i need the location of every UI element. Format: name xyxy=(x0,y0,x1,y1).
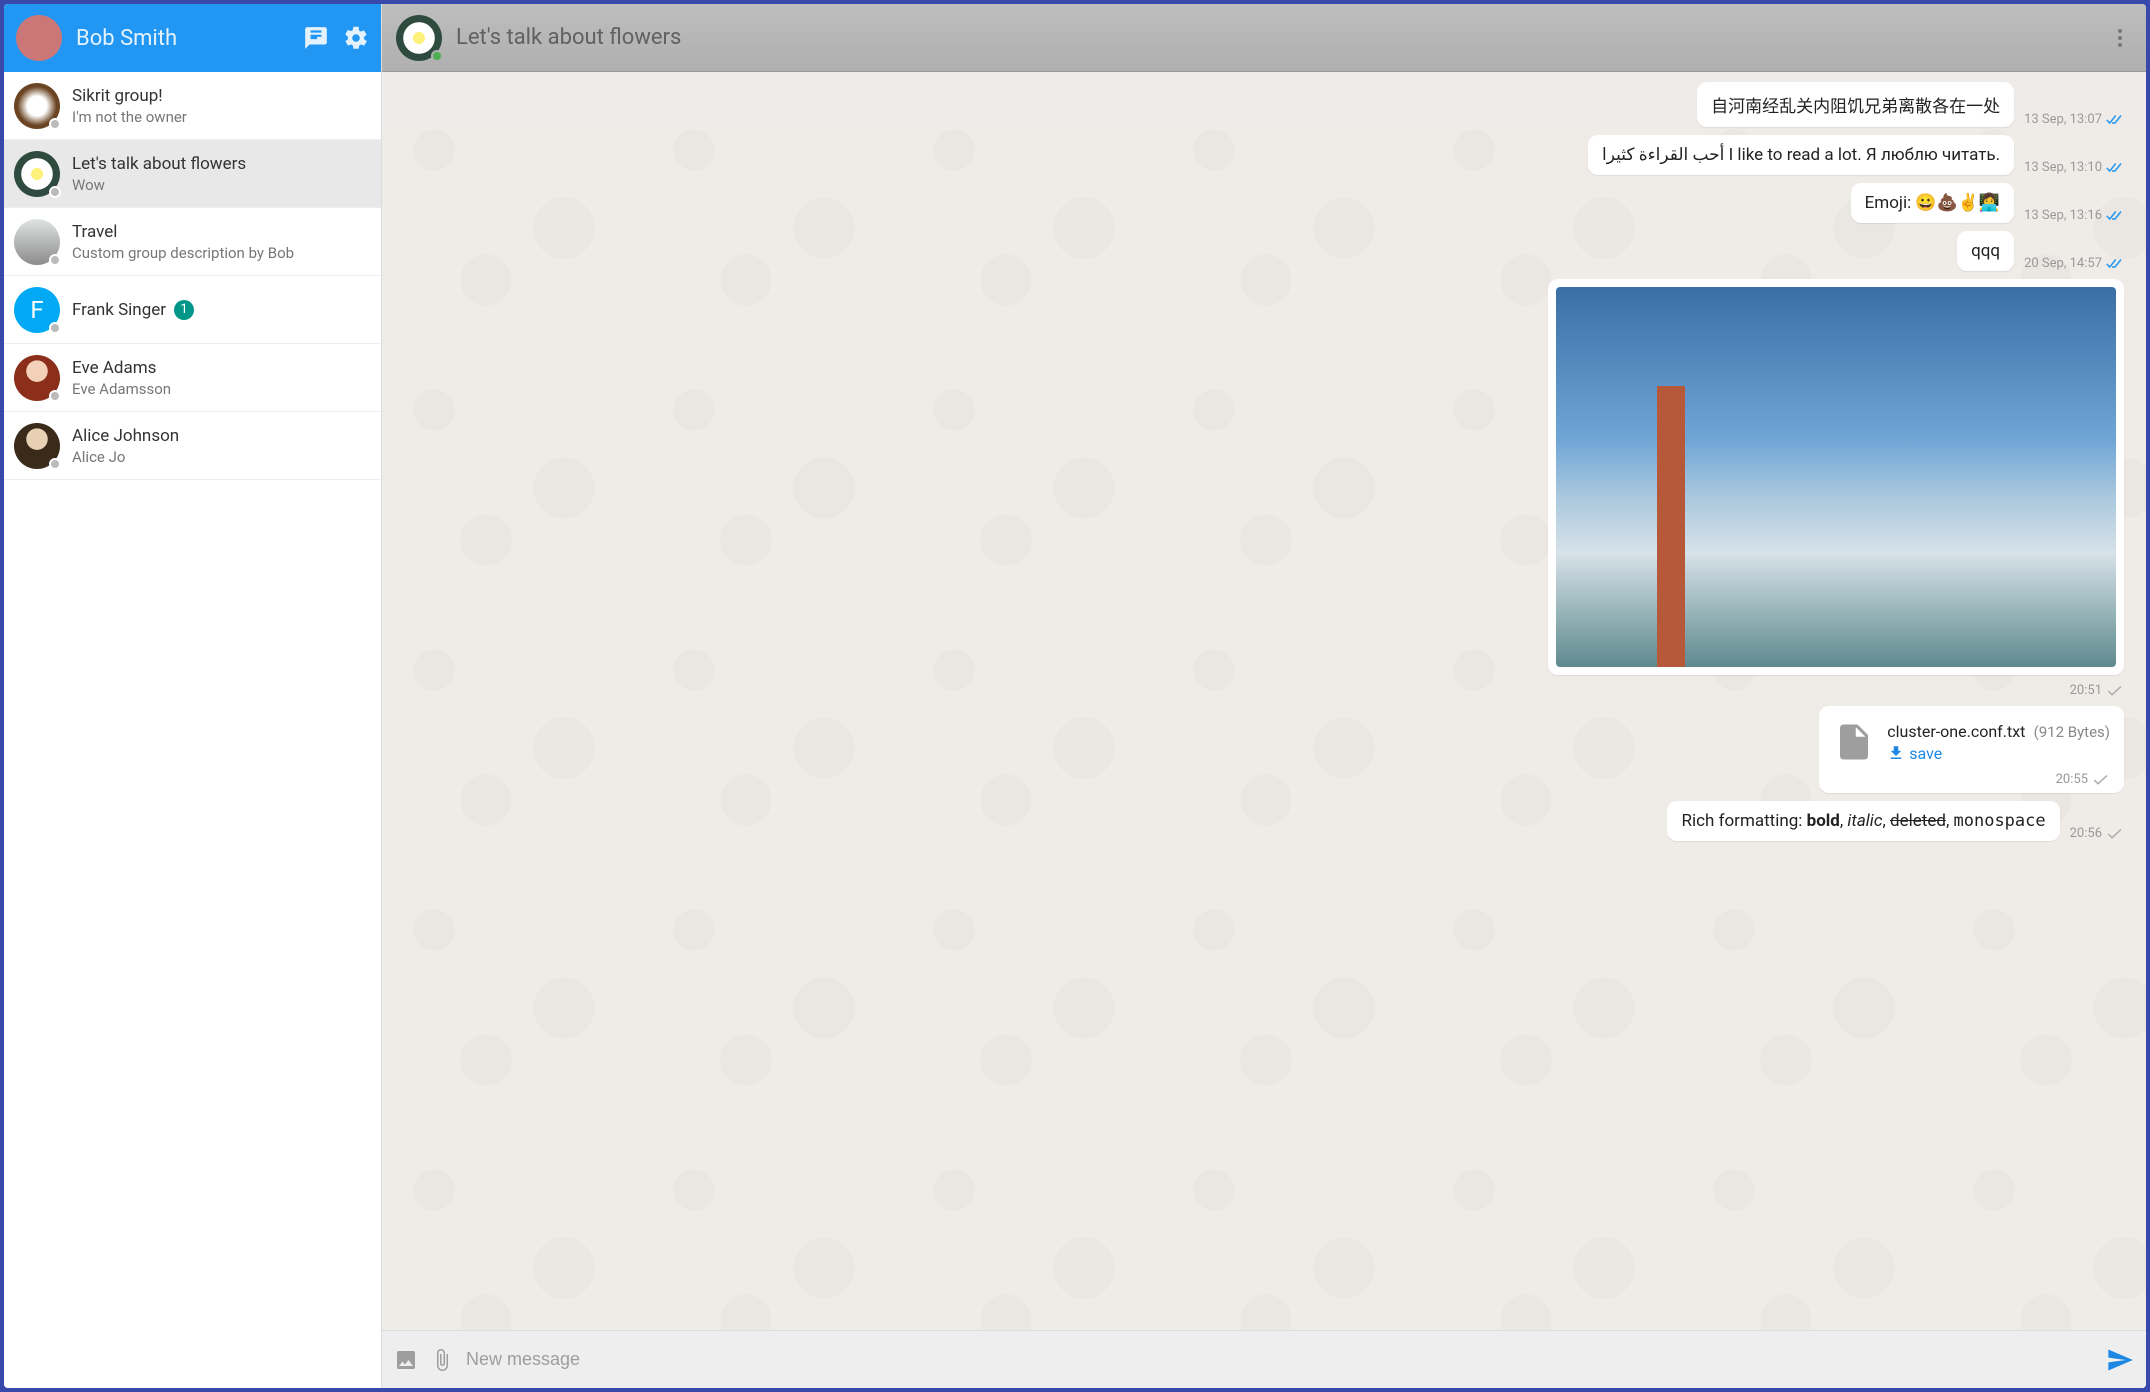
read-receipt-icon xyxy=(2106,113,2124,127)
message-bubble[interactable]: Rich formatting: bold, italic, deleted, … xyxy=(1667,801,2059,841)
message-text: Rich formatting: bold, italic, deleted, … xyxy=(1681,811,2045,831)
message-text: qqq xyxy=(1971,241,2000,261)
message-row: 20:51 xyxy=(404,683,2124,698)
unread-badge: 1 xyxy=(174,300,194,320)
message-row: 自河南经乱关内阻饥兄弟离散各在一处 13 Sep, 13:07 xyxy=(404,82,2124,127)
message-time: 13 Sep, 13:10 xyxy=(2024,160,2102,175)
chat-title: Sikrit group! xyxy=(72,86,163,106)
sent-receipt-icon xyxy=(2106,684,2124,698)
chat-item[interactable]: Let's talk about flowers Wow xyxy=(4,140,381,208)
message-row: Rich formatting: bold, italic, deleted, … xyxy=(404,801,2124,841)
read-receipt-icon xyxy=(2106,257,2124,271)
message-list[interactable]: 自河南经乱关内阻饥兄弟离散各在一处 13 Sep, 13:07 أحب القراء… xyxy=(382,72,2146,1330)
chat-item[interactable]: Eve Adams Eve Adamsson xyxy=(4,344,381,412)
message-time: 13 Sep, 13:07 xyxy=(2024,112,2102,127)
message-bubble[interactable]: 自河南经乱关内阻饥兄弟离散各在一处 xyxy=(1697,82,2014,127)
chat-item[interactable]: Alice Johnson Alice Jo xyxy=(4,412,381,480)
message-meta: 13 Sep, 13:10 xyxy=(2024,160,2124,175)
message-time: 13 Sep, 13:16 xyxy=(2024,208,2102,223)
message-bubble[interactable]: Emoji: 😀💩✌️👩‍💻 xyxy=(1851,183,2014,223)
message-text: 自河南经乱关内阻饥兄弟离散各在一处 xyxy=(1711,97,2000,117)
message-time: 20:56 xyxy=(2070,826,2102,841)
send-button[interactable] xyxy=(2106,1346,2134,1374)
conversation-header: Let's talk about flowers xyxy=(382,4,2146,72)
chat-title: Alice Johnson xyxy=(72,426,179,446)
file-name: cluster-one.conf.txt xyxy=(1887,722,2025,741)
message-row: qqq 20 Sep, 14:57 xyxy=(404,231,2124,271)
sent-receipt-icon xyxy=(2092,773,2110,787)
message-meta: 20:56 xyxy=(2070,826,2124,841)
chat-item[interactable]: Sikrit group! I'm not the owner xyxy=(4,72,381,140)
chat-subtitle: Wow xyxy=(72,176,371,194)
chat-title: Let's talk about flowers xyxy=(72,154,246,174)
message-meta: 13 Sep, 13:16 xyxy=(2024,208,2124,223)
message-input[interactable] xyxy=(466,1349,2094,1370)
message-row: cluster-one.conf.txt (912 Bytes) save 20:5… xyxy=(404,706,2124,793)
app-root: Bob Smith Sikrit group! I'm not the owner… xyxy=(4,4,2146,1388)
image-message[interactable] xyxy=(1548,279,2124,675)
read-receipt-icon xyxy=(2106,209,2124,223)
chat-avatar xyxy=(14,355,60,401)
message-bubble[interactable]: أحب القراءة كثيرا I like to read a lot. … xyxy=(1588,135,2014,175)
message-row: أحب القراءة كثيرا I like to read a lot. … xyxy=(404,135,2124,175)
chat-title: Eve Adams xyxy=(72,358,156,378)
chat-avatar xyxy=(14,83,60,129)
chat-title: Travel xyxy=(72,222,117,242)
message-time: 20:55 xyxy=(2056,772,2088,787)
chat-item[interactable]: Travel Custom group description by Bob xyxy=(4,208,381,276)
chat-list: Sikrit group! I'm not the owner Let's talk… xyxy=(4,72,381,1388)
chat-item[interactable]: F Frank Singer 1 xyxy=(4,276,381,344)
message-text: أحب القراءة كثيرا I like to read a lot. … xyxy=(1602,145,2000,165)
message-meta: 20:51 xyxy=(2070,683,2124,698)
chat-avatar xyxy=(14,423,60,469)
download-icon xyxy=(1887,744,1905,762)
more-menu-icon[interactable] xyxy=(2108,26,2132,50)
chat-avatar xyxy=(14,151,60,197)
message-meta: 20 Sep, 14:57 xyxy=(2024,256,2124,271)
self-avatar[interactable] xyxy=(16,15,62,61)
chat-subtitle: Custom group description by Bob xyxy=(72,244,371,262)
message-text: Emoji: 😀💩✌️👩‍💻 xyxy=(1865,193,2000,213)
chat-subtitle: I'm not the owner xyxy=(72,108,371,126)
message-row: Emoji: 😀💩✌️👩‍💻 13 Sep, 13:16 xyxy=(404,183,2124,223)
image-attach-icon[interactable] xyxy=(394,1348,418,1372)
message-time: 20 Sep, 14:57 xyxy=(2024,256,2102,271)
file-attach-icon[interactable] xyxy=(430,1348,454,1372)
conversation-title[interactable]: Let's talk about flowers xyxy=(456,25,2108,50)
file-message[interactable]: cluster-one.conf.txt (912 Bytes) save 20:5… xyxy=(1819,706,2124,793)
file-icon xyxy=(1833,716,1875,768)
message-meta: 20:55 xyxy=(2056,772,2110,787)
message-row xyxy=(404,279,2124,675)
settings-icon[interactable] xyxy=(343,25,369,51)
sidebar-header: Bob Smith xyxy=(4,4,381,72)
message-meta: 13 Sep, 13:07 xyxy=(2024,112,2124,127)
main-panel: Let's talk about flowers 自河南经乱关内阻饥兄弟离散各在… xyxy=(382,4,2146,1388)
sidebar: Bob Smith Sikrit group! I'm not the owner… xyxy=(4,4,382,1388)
file-size: (912 Bytes) xyxy=(2034,723,2110,741)
message-bubble[interactable]: qqq xyxy=(1957,231,2014,271)
read-receipt-icon xyxy=(2106,161,2124,175)
composer xyxy=(382,1330,2146,1388)
chat-title: Frank Singer xyxy=(72,300,166,320)
message-time: 20:51 xyxy=(2070,683,2102,698)
self-name[interactable]: Bob Smith xyxy=(76,26,289,51)
file-save-link[interactable]: save xyxy=(1887,744,2110,763)
chat-avatar xyxy=(14,219,60,265)
conversation-avatar[interactable] xyxy=(396,15,442,61)
chat-avatar: F xyxy=(14,287,60,333)
sent-receipt-icon xyxy=(2106,827,2124,841)
new-chat-icon[interactable] xyxy=(303,25,329,51)
chat-subtitle: Alice Jo xyxy=(72,448,371,466)
chat-subtitle: Eve Adamsson xyxy=(72,380,371,398)
message-photo[interactable] xyxy=(1556,287,2116,667)
